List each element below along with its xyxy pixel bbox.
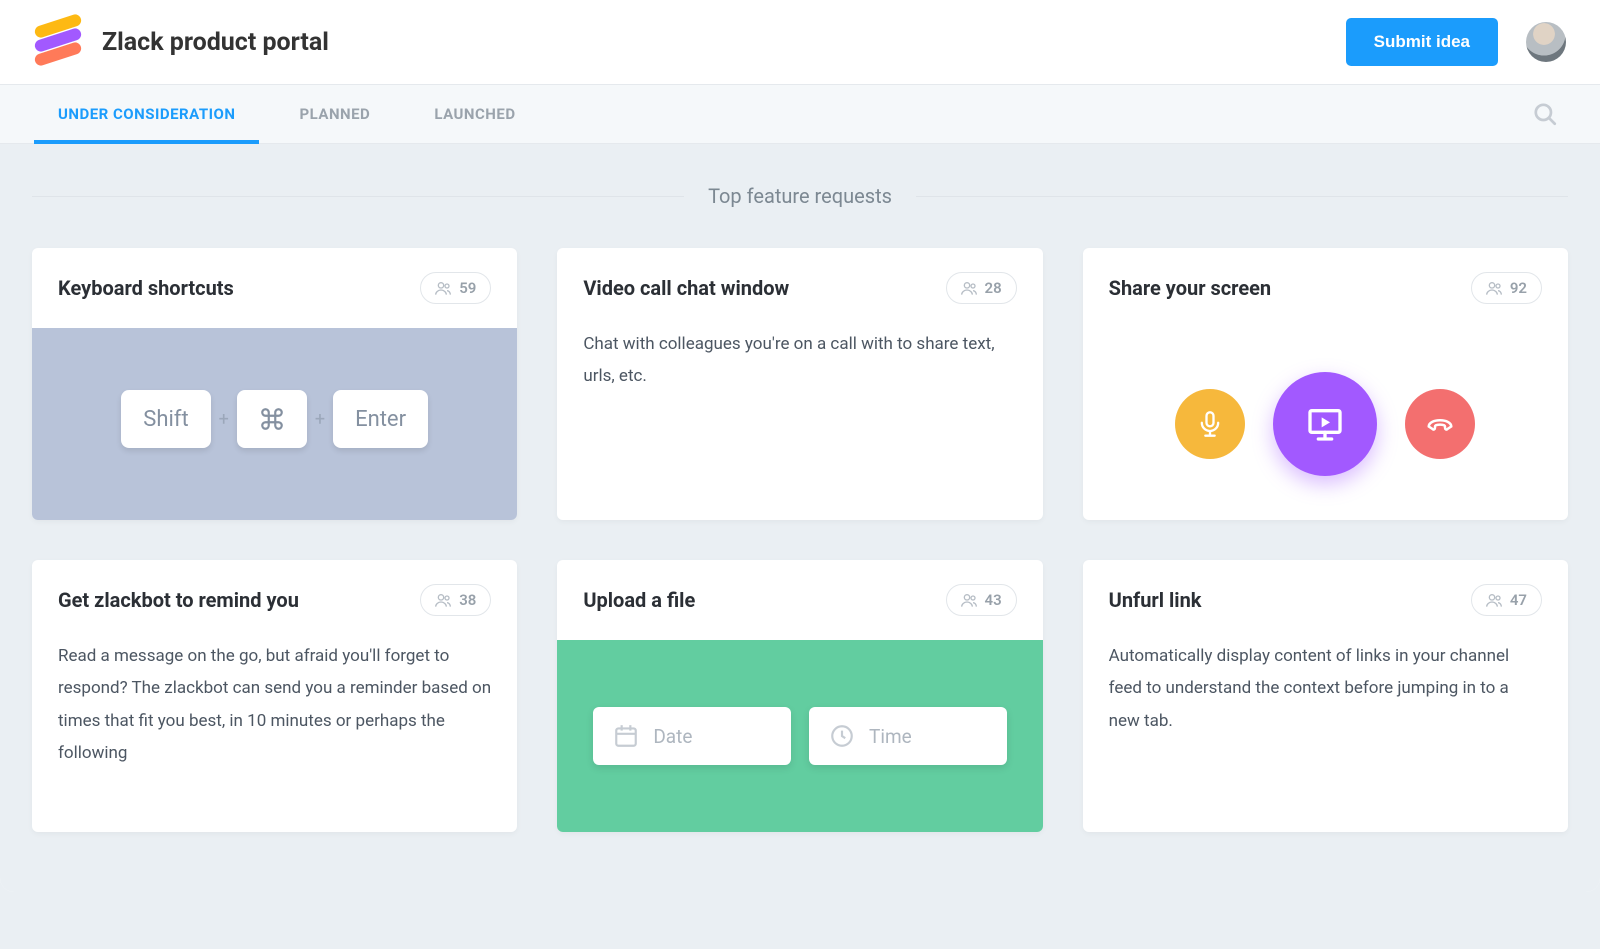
submit-idea-button[interactable]: Submit idea — [1346, 18, 1498, 66]
feature-card[interactable]: Upload a file 43 Date — [557, 560, 1042, 832]
search-icon[interactable] — [1524, 93, 1566, 135]
users-icon — [435, 593, 451, 607]
topbar: Zlack product portal Submit idea — [0, 0, 1600, 84]
field-label: Date — [653, 725, 692, 748]
tabbar: UNDER CONSIDERATION PLANNED LAUNCHED — [0, 84, 1600, 144]
screen-share-icon — [1273, 372, 1377, 476]
card-title: Video call chat window — [583, 276, 945, 300]
vote-count: 59 — [459, 279, 476, 297]
card-title: Upload a file — [583, 588, 945, 612]
card-title: Get zlackbot to remind you — [58, 588, 420, 612]
vote-pill[interactable]: 47 — [1471, 584, 1542, 616]
vote-count: 92 — [1510, 279, 1527, 297]
hangup-icon — [1405, 389, 1475, 459]
calendar-icon — [613, 723, 639, 749]
card-body-text: Read a message on the go, but afraid you… — [58, 640, 491, 769]
app-logo — [34, 20, 82, 64]
plus-icon: + — [315, 409, 325, 430]
key-shift: Shift — [121, 390, 210, 448]
vote-count: 38 — [459, 591, 476, 609]
users-icon — [435, 281, 451, 295]
key-command — [237, 390, 307, 448]
clock-icon — [829, 723, 855, 749]
vote-pill[interactable]: 92 — [1471, 272, 1542, 304]
upload-illustration: Date Time — [557, 640, 1042, 832]
card-title: Keyboard shortcuts — [58, 276, 420, 300]
card-body-text: Chat with colleagues you're on a call wi… — [583, 328, 1016, 393]
feature-card[interactable]: Get zlackbot to remind you 38 Read a mes… — [32, 560, 517, 832]
vote-count: 43 — [985, 591, 1002, 609]
vote-pill[interactable]: 38 — [420, 584, 491, 616]
app-root: Zlack product portal Submit idea UNDER C… — [0, 0, 1600, 892]
feature-card[interactable]: Share your screen 92 — [1083, 248, 1568, 520]
section-divider: Top feature requests — [32, 184, 1568, 208]
card-grid: Keyboard shortcuts 59 Shift + + — [32, 248, 1568, 832]
field-label: Time — [869, 725, 912, 748]
vote-count: 47 — [1510, 591, 1527, 609]
app-title: Zlack product portal — [102, 28, 1346, 57]
feature-card[interactable]: Keyboard shortcuts 59 Shift + + — [32, 248, 517, 520]
time-field: Time — [809, 707, 1007, 765]
feature-card[interactable]: Video call chat window 28 Chat with coll… — [557, 248, 1042, 520]
vote-pill[interactable]: 28 — [946, 272, 1017, 304]
feature-card[interactable]: Unfurl link 47 Automatically display con… — [1083, 560, 1568, 832]
vote-pill[interactable]: 59 — [420, 272, 491, 304]
users-icon — [961, 281, 977, 295]
card-title: Share your screen — [1109, 276, 1471, 300]
date-field: Date — [593, 707, 791, 765]
mic-icon — [1175, 389, 1245, 459]
users-icon — [1486, 281, 1502, 295]
card-title: Unfurl link — [1109, 588, 1471, 612]
vote-pill[interactable]: 43 — [946, 584, 1017, 616]
tab-launched[interactable]: LAUNCHED — [410, 85, 539, 143]
avatar[interactable] — [1526, 22, 1566, 62]
users-icon — [1486, 593, 1502, 607]
vote-count: 28 — [985, 279, 1002, 297]
key-enter: Enter — [333, 390, 428, 448]
users-icon — [961, 593, 977, 607]
tab-under-consideration[interactable]: UNDER CONSIDERATION — [34, 85, 259, 143]
share-illustration — [1083, 328, 1568, 520]
content: Top feature requests Keyboard shortcuts … — [0, 144, 1600, 892]
keyboard-illustration: Shift + + Enter — [32, 328, 517, 520]
plus-icon: + — [219, 409, 229, 430]
section-title: Top feature requests — [684, 184, 916, 208]
card-body-text: Automatically display content of links i… — [1109, 640, 1542, 737]
tab-planned[interactable]: PLANNED — [275, 85, 394, 143]
